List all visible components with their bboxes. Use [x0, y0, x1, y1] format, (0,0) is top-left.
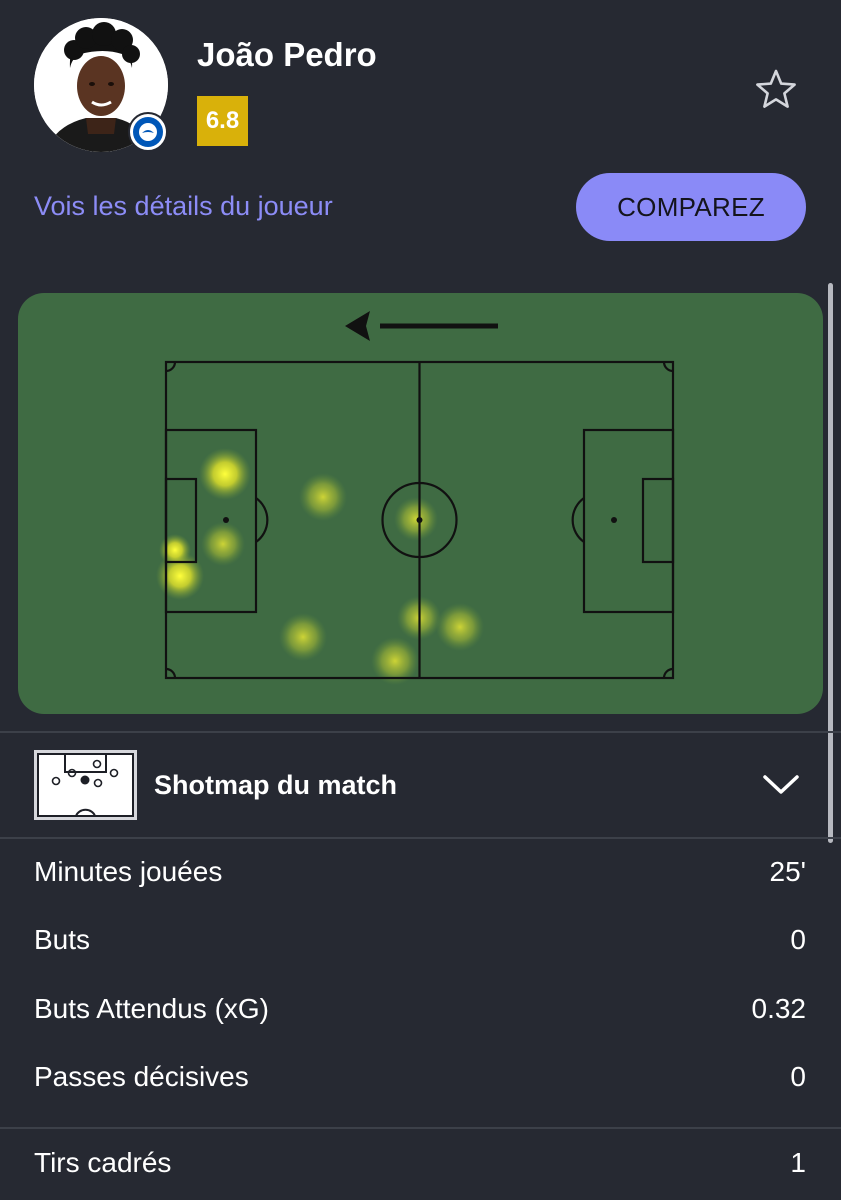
- stat-row-assists: Passes décisives 0: [0, 1049, 841, 1109]
- player-name: João Pedro: [197, 36, 377, 73]
- rating-badge: 6.8: [197, 96, 248, 146]
- stat-value: 25': [769, 856, 807, 887]
- favorite-star-icon[interactable]: [753, 66, 799, 112]
- chevron-down-icon[interactable]: [760, 771, 802, 799]
- stat-label: Passes décisives: [34, 1061, 249, 1092]
- stat-value: 0: [790, 924, 806, 955]
- shotmap-label: Shotmap du match: [154, 770, 398, 800]
- club-crest-icon: [128, 112, 168, 152]
- stat-value: 0: [790, 1061, 806, 1092]
- player-avatar-group: [34, 18, 170, 154]
- player-details-link[interactable]: Vois les détails du joueur: [34, 191, 333, 222]
- divider: [0, 1127, 841, 1129]
- pitch-icon: [34, 750, 137, 820]
- attack-direction-arrow-icon: [345, 311, 498, 341]
- shotmap-toggle[interactable]: Shotmap du match: [0, 733, 841, 837]
- stat-label: Tirs cadrés: [34, 1147, 172, 1178]
- stat-row-xg: Buts Attendus (xG) 0.32: [0, 981, 841, 1041]
- stat-label: Buts: [34, 924, 91, 955]
- heatmap-card: [18, 293, 823, 714]
- heatmap-pitch: [156, 311, 675, 685]
- divider: [0, 837, 841, 839]
- stat-value: 0.32: [751, 993, 807, 1024]
- stat-row-shots-on-target: Tirs cadrés 1: [0, 1135, 841, 1195]
- stat-label: Buts Attendus (xG): [34, 993, 269, 1024]
- heat-spots: [156, 448, 484, 685]
- stat-row-minutes: Minutes jouées 25': [0, 844, 841, 904]
- stat-row-goals: Buts 0: [0, 912, 841, 972]
- stat-label: Minutes jouées: [34, 856, 223, 887]
- stat-value: 1: [790, 1147, 806, 1178]
- compare-button[interactable]: COMPAREZ: [576, 173, 806, 241]
